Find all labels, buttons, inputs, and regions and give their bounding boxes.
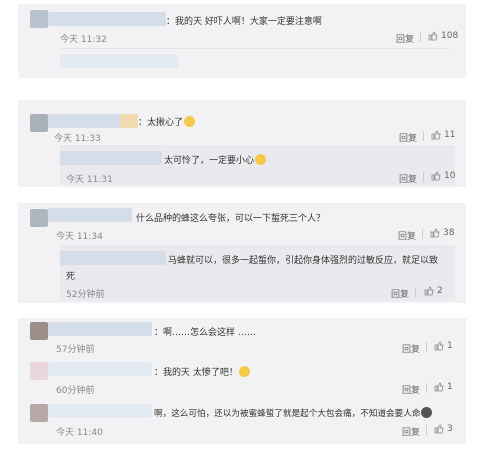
thumbs-up-icon bbox=[424, 286, 434, 296]
emoji-icon bbox=[184, 116, 196, 127]
comment-card: ：啊……怎么会这样 …… 57分钟前 回复 1 ：我的天 太惨了吧！ 60分钟前… bbox=[18, 318, 466, 444]
emoji-icon bbox=[255, 154, 267, 165]
sub-reply: 太可怜了，一定要小心 今天 11:31 回复 10 bbox=[60, 145, 455, 185]
comment-text: ：啊……怎么会这样 …… bbox=[154, 328, 256, 338]
like-count: 1 bbox=[447, 341, 453, 351]
divider bbox=[423, 172, 424, 182]
sub-reply-username[interactable] bbox=[60, 151, 162, 165]
comment-text-content: ：太揪心了 bbox=[138, 118, 184, 128]
like-count: 38 bbox=[443, 228, 455, 238]
thumbs-up-icon bbox=[434, 341, 444, 351]
username[interactable] bbox=[48, 322, 152, 336]
divider bbox=[426, 425, 427, 435]
comment-time: 今天 11:40 bbox=[56, 428, 103, 438]
avatar[interactable] bbox=[30, 10, 48, 28]
username[interactable] bbox=[48, 208, 132, 222]
username[interactable] bbox=[48, 114, 120, 128]
comment-text-content: ：我的天 太惨了吧！ bbox=[154, 368, 238, 378]
sub-reply-time: 52分钟前 bbox=[66, 290, 105, 300]
blurred-reply bbox=[60, 54, 178, 68]
comment-text: 啊，这么可怕，还以为被蜜蜂蜇了就是起个大包会痛，不知道会要人命 bbox=[154, 407, 433, 419]
sub-reply-text-content: 太可怜了，一定要小心 bbox=[164, 156, 255, 166]
divider bbox=[422, 229, 423, 239]
comment-card: ：太揪心了 今天 11:33 回复 11 太可怜了，一定要小心 今天 11:31… bbox=[18, 100, 466, 187]
emoji-icon bbox=[238, 366, 250, 377]
reply-button[interactable]: 回复 bbox=[391, 287, 409, 300]
comment-time: 57分钟前 bbox=[56, 345, 95, 355]
thumbs-up-icon bbox=[434, 424, 444, 434]
comment-card: ：我的天 好吓人啊！大家一定要注意啊 今天 11:32 回复 108 bbox=[18, 4, 466, 78]
divider bbox=[423, 131, 424, 141]
divider bbox=[426, 383, 427, 393]
like-count: 10 bbox=[444, 171, 456, 181]
thumbs-up-icon bbox=[430, 228, 440, 238]
comment-time: 今天 11:34 bbox=[56, 232, 103, 242]
username[interactable] bbox=[120, 114, 138, 128]
divider bbox=[426, 342, 427, 352]
like-button[interactable]: 10 bbox=[431, 171, 455, 181]
thumbs-up-icon bbox=[434, 382, 444, 392]
reply-button[interactable]: 回复 bbox=[399, 172, 417, 185]
comment-text: ：我的天 好吓人啊！大家一定要注意啊 bbox=[166, 17, 322, 27]
reply-button[interactable]: 回复 bbox=[396, 32, 414, 45]
username[interactable] bbox=[48, 12, 166, 26]
comment-text: 什么品种的蜂这么夸张，可以一下蜇死三个人？ bbox=[136, 214, 326, 224]
like-button[interactable]: 38 bbox=[430, 228, 454, 238]
divider bbox=[420, 32, 421, 42]
comment-card: 什么品种的蜂这么夸张，可以一下蜇死三个人？ 今天 11:34 回复 38 马蜂就… bbox=[18, 203, 466, 303]
comment-time: 今天 11:32 bbox=[60, 35, 107, 45]
like-button[interactable]: 1 bbox=[434, 341, 453, 351]
avatar[interactable] bbox=[30, 322, 48, 340]
sub-reply-username[interactable] bbox=[60, 251, 166, 265]
sub-reply-text-line2: 死 bbox=[66, 272, 76, 282]
reply-button[interactable]: 回复 bbox=[398, 229, 416, 242]
like-button[interactable]: 3 bbox=[434, 424, 453, 434]
reply-button[interactable]: 回复 bbox=[399, 131, 417, 144]
reply-button[interactable]: 回复 bbox=[402, 425, 420, 438]
sub-reply: 马蜂就可以，很多一起蜇你，引起你身体强烈的过敏反应，就足以致 死 52分钟前 回… bbox=[60, 245, 455, 301]
like-button[interactable]: 108 bbox=[428, 31, 458, 41]
thumbs-up-icon bbox=[431, 130, 441, 140]
comment-text: ：太揪心了 bbox=[138, 115, 196, 128]
username[interactable] bbox=[48, 404, 152, 418]
like-count: 108 bbox=[441, 31, 459, 41]
emoji-icon bbox=[421, 407, 433, 418]
divider bbox=[415, 287, 416, 297]
like-button[interactable]: 1 bbox=[434, 382, 453, 392]
comment-text-content: 啊，这么可怕，还以为被蜜蜂蜇了就是起个大包会痛，不知道会要人命 bbox=[154, 409, 421, 419]
comment-time: 60分钟前 bbox=[56, 386, 95, 396]
sub-reply-text-line1: 马蜂就可以，很多一起蜇你，引起你身体强烈的过敏反应，就足以致 bbox=[168, 256, 439, 266]
avatar[interactable] bbox=[30, 362, 48, 380]
like-count: 3 bbox=[447, 424, 453, 434]
username[interactable] bbox=[48, 362, 152, 376]
like-count: 2 bbox=[437, 286, 443, 296]
sub-reply-text: 太可怜了，一定要小心 bbox=[164, 153, 267, 166]
avatar[interactable] bbox=[30, 404, 48, 422]
sub-reply-time: 今天 11:31 bbox=[66, 175, 113, 185]
reply-button[interactable]: 回复 bbox=[402, 383, 420, 396]
comment-time: 今天 11:33 bbox=[54, 134, 101, 144]
reply-button[interactable]: 回复 bbox=[402, 342, 420, 355]
like-button[interactable]: 11 bbox=[431, 130, 455, 140]
comment-text: ：我的天 太惨了吧！ bbox=[154, 365, 250, 378]
like-count: 1 bbox=[447, 382, 453, 392]
avatar[interactable] bbox=[30, 114, 48, 132]
thumbs-up-icon bbox=[428, 31, 438, 41]
like-button[interactable]: 2 bbox=[424, 286, 443, 296]
thumbs-up-icon bbox=[431, 171, 441, 181]
like-count: 11 bbox=[444, 130, 456, 140]
divider bbox=[60, 48, 450, 49]
avatar[interactable] bbox=[30, 209, 48, 227]
